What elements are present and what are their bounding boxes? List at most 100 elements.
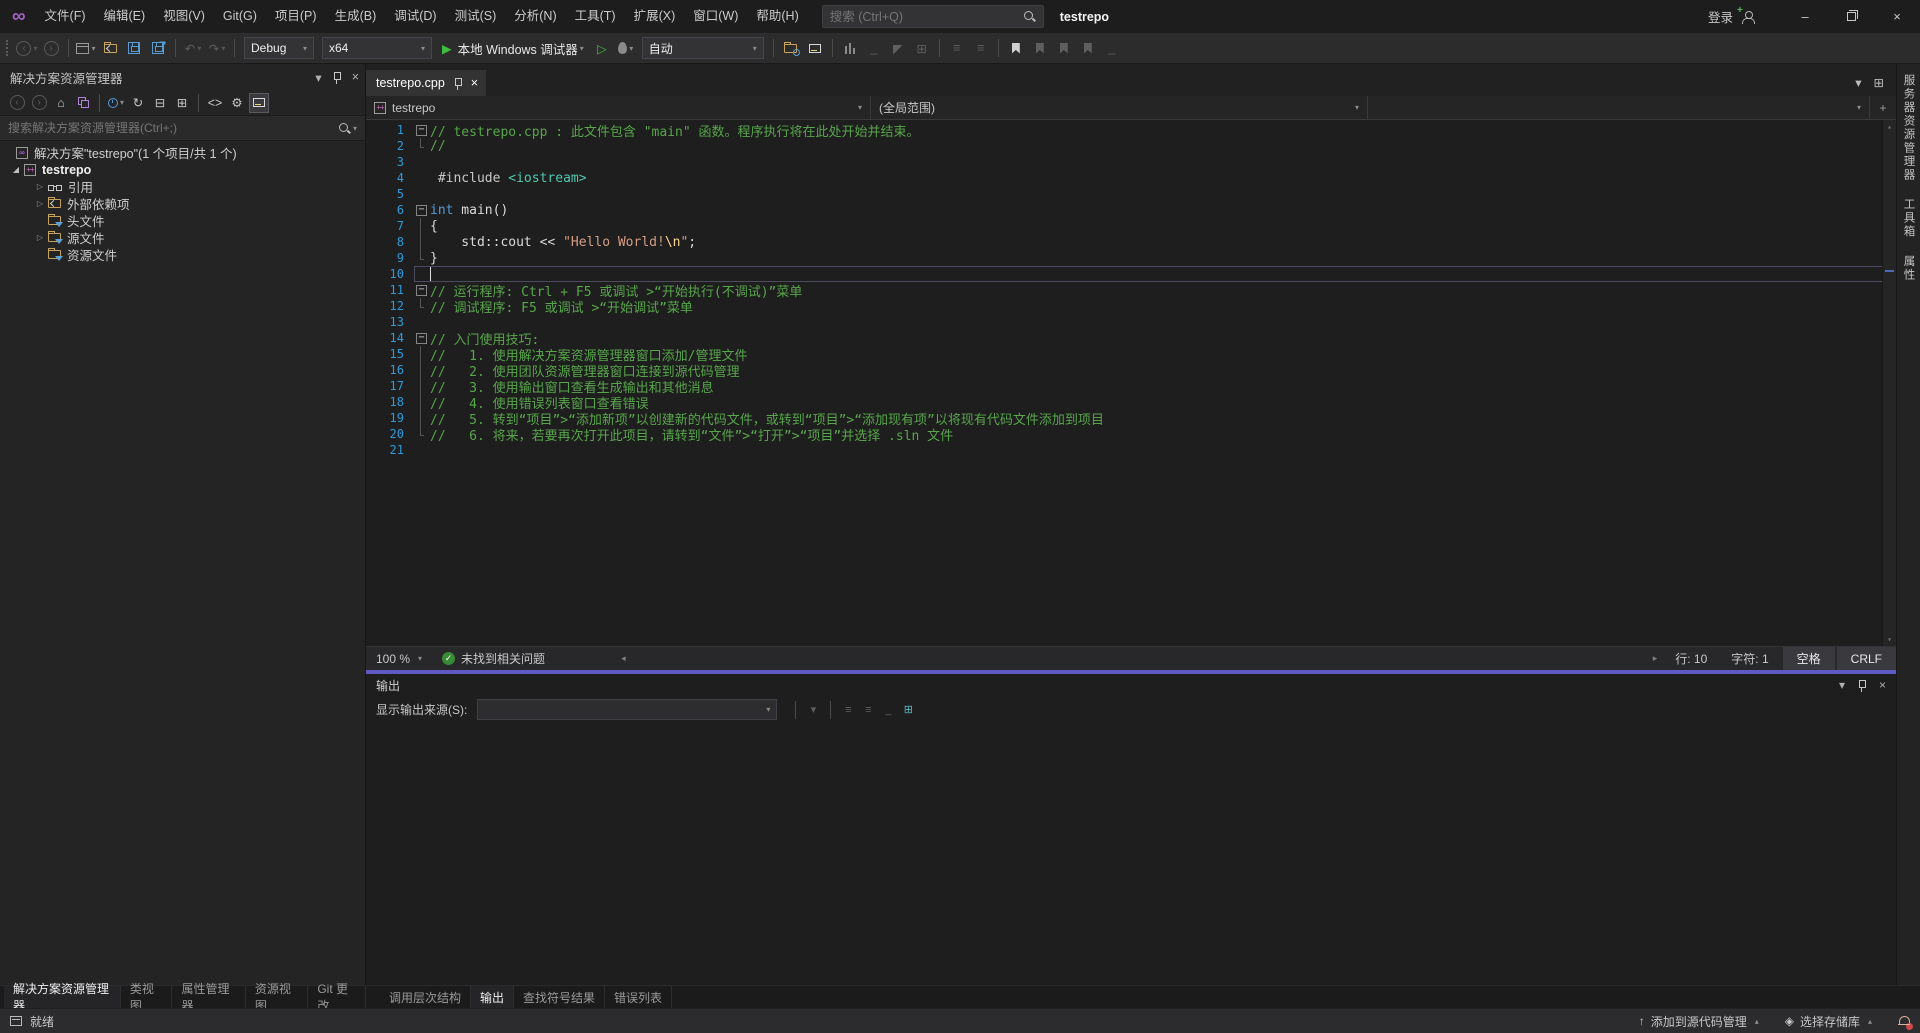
line-number[interactable]: 13 [366, 315, 414, 329]
open-file-button[interactable] [99, 36, 121, 60]
pin-icon[interactable] [1857, 679, 1867, 692]
solution-explorer-header[interactable]: 解决方案资源管理器 ▾ × [0, 64, 365, 90]
platform-dropdown[interactable]: x64▾ [322, 37, 432, 59]
tool-window-tab[interactable]: 资源视图 [246, 986, 309, 1008]
next-message-button[interactable]: ≡ [860, 702, 876, 718]
fold-collapse-icon[interactable] [414, 122, 430, 138]
code-line[interactable]: 7{ [366, 218, 1896, 234]
start-without-debugging-button[interactable]: ▷ [591, 36, 613, 60]
tool-window-tab[interactable]: 错误列表 [605, 986, 672, 1008]
line-number[interactable]: 17 [366, 379, 414, 393]
code-line[interactable]: 3 [366, 154, 1896, 170]
undo-button[interactable]: ↶▾ [182, 36, 204, 60]
code-line[interactable]: 12// 调试程序: F5 或调试 >“开始调试”菜单 [366, 298, 1896, 314]
project-scope-dropdown[interactable]: ++ testrepo ▾ [366, 96, 871, 119]
menu-item[interactable]: 工具(T) [566, 0, 625, 33]
close-icon[interactable]: × [471, 76, 478, 90]
code-line[interactable]: 4 #include <iostream> [366, 170, 1896, 186]
menu-item[interactable]: 帮助(H) [747, 0, 807, 33]
sign-in-person-icon[interactable]: + [1740, 9, 1756, 24]
solution-search-box[interactable]: ▾ [0, 116, 365, 141]
line-number[interactable]: 12 [366, 299, 414, 313]
line-number[interactable]: 2 [366, 139, 414, 153]
auto-hide-tab[interactable]: 工具箱 [1901, 198, 1917, 239]
tool-window-tab[interactable]: 查找符号结果 [514, 986, 605, 1008]
add-to-source-control-button[interactable]: ↑ 添加到源代码管理 ▴ [1639, 1013, 1759, 1030]
tree-row-external-deps[interactable]: ▷ 外部依赖项 [0, 195, 365, 212]
menu-item[interactable]: 编辑(E) [95, 0, 155, 33]
line-number[interactable]: 20 [366, 427, 414, 441]
line-number[interactable]: 7 [366, 219, 414, 233]
line-number[interactable]: 1 [366, 123, 414, 137]
collapse-arrow-icon[interactable]: ▷ [34, 182, 46, 191]
line-number[interactable]: 21 [366, 443, 414, 457]
solution-explorer-sync-button[interactable] [804, 36, 826, 60]
toolbar-grip[interactable] [6, 40, 10, 56]
code-line[interactable]: 21 [366, 442, 1896, 458]
pending-changes-filter-button[interactable]: ▾ [106, 93, 126, 113]
line-number[interactable]: 15 [366, 347, 414, 361]
line-number[interactable]: 19 [366, 411, 414, 425]
fold-collapse-icon[interactable] [414, 202, 430, 218]
scroll-down-icon[interactable]: ▾ [1883, 635, 1896, 644]
menu-item[interactable]: Git(G) [214, 0, 266, 33]
find-in-files-button[interactable] [780, 36, 802, 60]
menu-item[interactable]: 生成(B) [326, 0, 386, 33]
menu-item[interactable]: 分析(N) [505, 0, 565, 33]
line-number[interactable]: 14 [366, 331, 414, 345]
menu-item[interactable]: 测试(S) [446, 0, 506, 33]
clear-all-button[interactable]: _ [880, 702, 896, 718]
line-number[interactable]: 18 [366, 395, 414, 409]
code-line[interactable]: 20// 6. 将来，若要再次打开此项目，请转到“文件”>“打开”>“项目”并选… [366, 426, 1896, 442]
previous-bookmark-button[interactable] [1029, 36, 1051, 60]
goto-message-button[interactable]: ▾ [805, 702, 821, 718]
show-all-files-button[interactable]: ⊞ [172, 93, 192, 113]
navigate-forward-button[interactable]: › [40, 36, 62, 60]
editor-vertical-scrollbar[interactable]: ▴ ▾ [1882, 120, 1896, 646]
toggle-word-wrap-button[interactable]: ⊞ [900, 702, 916, 718]
preview-selected-items-button[interactable] [249, 93, 269, 113]
explorer-back-button[interactable]: ‹ [7, 93, 27, 113]
tree-row-solution[interactable]: ∞ 解决方案"testrepo"(1 个项目/共 1 个) [0, 144, 365, 161]
tree-row-header-files[interactable]: 头文件 [0, 212, 365, 229]
paste-button[interactable]: ⊞ [911, 36, 933, 60]
menu-item[interactable]: 扩展(X) [625, 0, 685, 33]
collapse-all-button[interactable]: ⊟ [150, 93, 170, 113]
scroll-up-icon[interactable]: ▴ [1883, 122, 1896, 131]
sign-in-button[interactable]: 登录 [1708, 7, 1733, 26]
menu-item[interactable]: 视图(V) [154, 0, 214, 33]
previous-message-button[interactable]: ≡ [840, 702, 856, 718]
hscroll-right-icon[interactable]: ▸ [1647, 653, 1664, 664]
type-scope-dropdown[interactable]: (全局范围) ▾ [871, 96, 1368, 119]
configuration-dropdown[interactable]: Debug▾ [244, 37, 314, 59]
next-bookmark-button[interactable] [1053, 36, 1075, 60]
pin-icon[interactable] [332, 71, 342, 84]
save-button[interactable] [123, 36, 145, 60]
tool-window-tab[interactable]: 调用层次结构 [380, 986, 471, 1008]
decrease-indent-button[interactable]: ≡ [946, 36, 968, 60]
code-line[interactable]: 1// testrepo.cpp : 此文件包含 "main" 函数。程序执行将… [366, 122, 1896, 138]
new-project-button[interactable]: ▾ [75, 36, 97, 60]
select-repository-button[interactable]: ◈ 选择存储库 ▴ [1785, 1013, 1872, 1030]
pin-icon[interactable] [453, 77, 463, 90]
close-icon[interactable]: × [1879, 678, 1886, 692]
code-line[interactable]: 5 [366, 186, 1896, 202]
start-debugging-button[interactable]: ▶ 本地 Windows 调试器 ▾ [442, 39, 584, 58]
line-number[interactable]: 9 [366, 251, 414, 265]
line-number[interactable]: 6 [366, 203, 414, 217]
explorer-forward-button[interactable]: › [29, 93, 49, 113]
hot-reload-mode-dropdown[interactable]: 自动▾ [642, 37, 764, 59]
window-position-chevron-icon[interactable]: ▾ [1839, 678, 1845, 692]
collapse-arrow-icon[interactable]: ▷ [34, 199, 46, 208]
line-number[interactable]: 5 [366, 187, 414, 201]
menu-item[interactable]: 项目(P) [266, 0, 326, 33]
increase-indent-button[interactable]: ≡ [970, 36, 992, 60]
code-editor[interactable]: 1// testrepo.cpp : 此文件包含 "main" 函数。程序执行将… [366, 120, 1896, 646]
tree-row-resource-files[interactable]: 资源文件 [0, 246, 365, 263]
code-line[interactable]: 13 [366, 314, 1896, 330]
zoom-dropdown[interactable]: 100 % ▾ [366, 652, 432, 666]
float-window-icon[interactable]: ⊞ [1874, 75, 1884, 90]
menu-item[interactable]: 文件(F) [36, 0, 95, 33]
code-line[interactable]: 9} [366, 250, 1896, 266]
menu-item[interactable]: 调试(D) [385, 0, 445, 33]
